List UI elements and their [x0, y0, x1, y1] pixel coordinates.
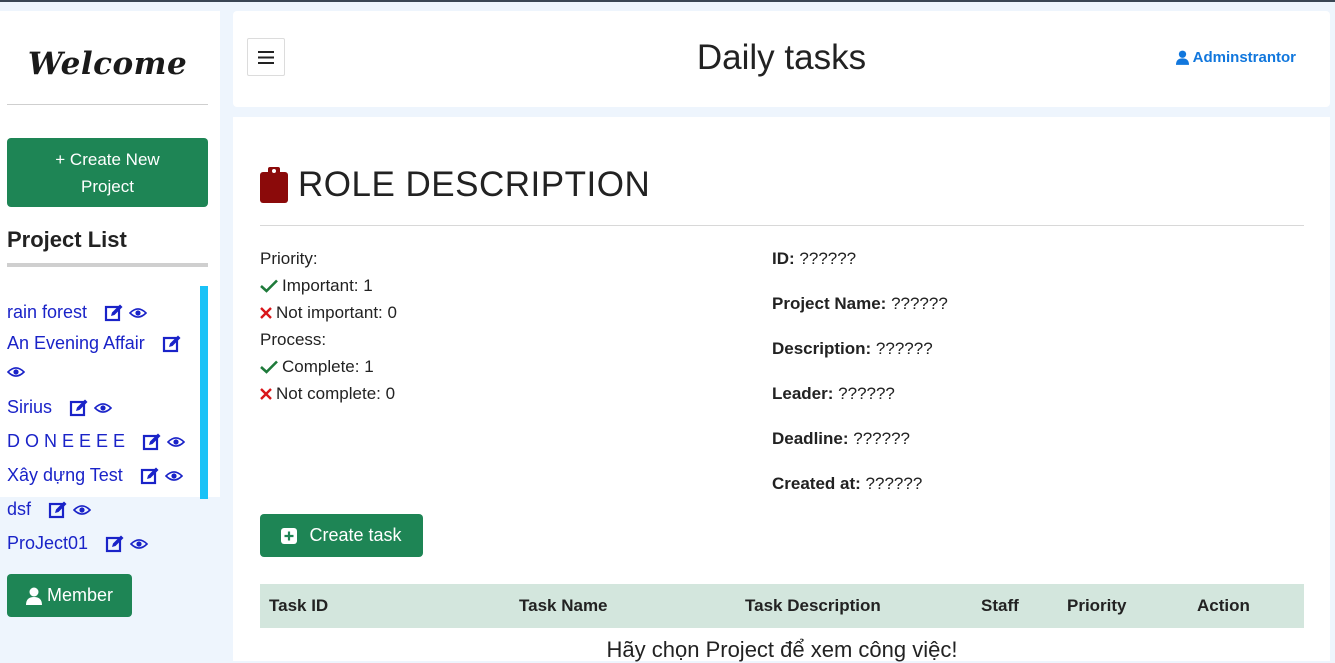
project-details: ID: ?????? Project Name: ?????? Descript… [772, 245, 948, 515]
user-name: Adminstrantor [1192, 49, 1296, 66]
col-task-description: Task Description [736, 584, 972, 628]
check-icon [260, 279, 278, 293]
detail-created-at: Created at: ?????? [772, 474, 923, 493]
project-link[interactable]: Xây dựng Test [7, 465, 123, 485]
project-list-divider [7, 263, 208, 267]
col-priority: Priority [1058, 584, 1188, 628]
role-divider [260, 225, 1304, 226]
important-count: Important: 1 [260, 272, 397, 299]
member-button[interactable]: Member [7, 574, 132, 617]
project-link[interactable]: Sirius [7, 397, 52, 417]
edit-icon[interactable] [105, 534, 125, 554]
project-link[interactable]: ProJect01 [7, 533, 88, 553]
col-task-name: Task Name [510, 584, 736, 628]
eye-icon[interactable] [130, 537, 149, 551]
complete-count: Complete: 1 [260, 353, 397, 380]
create-project-label-line1: + Create New [55, 150, 160, 169]
clipboard-icon [260, 167, 288, 203]
detail-description: Description: ?????? [772, 339, 933, 358]
user-menu-link[interactable]: Adminstrantor [1175, 49, 1296, 66]
create-new-project-button[interactable]: + Create New Project [7, 138, 208, 207]
list-item: dsf [7, 492, 197, 526]
task-table: Task ID Task Name Task Description Staff… [260, 584, 1304, 628]
col-task-id: Task ID [260, 584, 510, 628]
not-important-count: Not important: 0 [260, 299, 397, 326]
list-item: Xây dựng Test [7, 458, 197, 492]
role-title: ROLE DESCRIPTION [298, 165, 651, 204]
project-link[interactable]: An Evening Affair [7, 333, 145, 353]
eye-icon[interactable] [94, 401, 113, 415]
main-content: ROLE DESCRIPTION Priority: Important: 1 … [233, 117, 1330, 662]
welcome-divider [7, 104, 208, 105]
page-title: Daily tasks [696, 38, 867, 77]
create-task-label: Create task [309, 525, 402, 545]
project-link[interactable]: dsf [7, 499, 31, 519]
eye-icon[interactable] [129, 306, 148, 320]
not-complete-count: Not complete: 0 [260, 380, 397, 407]
col-staff: Staff [972, 584, 1058, 628]
cross-icon [260, 306, 272, 319]
project-link[interactable]: D O N E E E E [7, 431, 125, 451]
cross-icon [260, 387, 272, 400]
process-label: Process: [260, 330, 327, 349]
eye-icon[interactable] [164, 469, 183, 483]
edit-icon[interactable] [48, 500, 68, 520]
top-header: Daily tasks Adminstrantor [233, 11, 1330, 107]
list-item: Sirius [7, 390, 197, 424]
welcome-heading: Welcome [27, 46, 188, 82]
list-item: ProJect01 [7, 526, 197, 560]
project-list: rain forest An Evening Affair Sirius D O… [7, 295, 197, 560]
project-link[interactable]: rain forest [7, 302, 87, 322]
create-task-button[interactable]: Create task [260, 514, 423, 557]
edit-icon[interactable] [69, 398, 89, 418]
plus-square-icon [281, 527, 298, 544]
list-item: D O N E E E E [7, 424, 197, 458]
table-header-row: Task ID Task Name Task Description Staff… [260, 584, 1304, 628]
detail-deadline: Deadline: ?????? [772, 429, 910, 448]
eye-icon[interactable] [167, 435, 186, 449]
eye-icon[interactable] [73, 503, 92, 517]
project-list-title: Project List [7, 227, 127, 252]
member-label: Member [46, 585, 113, 605]
detail-project-name: Project Name: ?????? [772, 294, 948, 313]
edit-icon[interactable] [162, 334, 182, 354]
list-item: rain forest [7, 295, 197, 329]
edit-icon[interactable] [142, 432, 162, 452]
empty-table-message: Hãy chọn Project để xem công việc! [606, 637, 958, 662]
user-icon [1175, 50, 1189, 65]
list-item: An Evening Affair [7, 329, 197, 390]
project-list-scrollbar[interactable] [200, 286, 208, 499]
create-project-label-line2: Project [81, 177, 134, 196]
detail-id: ID: ?????? [772, 249, 857, 268]
role-heading: ROLE DESCRIPTION [260, 165, 650, 205]
user-icon [25, 587, 42, 605]
edit-icon[interactable] [104, 303, 124, 323]
task-stats: Priority: Important: 1 Not important: 0 … [260, 245, 397, 407]
check-icon [260, 360, 278, 374]
edit-icon[interactable] [140, 466, 160, 486]
detail-leader: Leader: ?????? [772, 384, 895, 403]
priority-label: Priority: [260, 249, 318, 268]
col-action: Action [1188, 584, 1304, 628]
eye-icon[interactable] [7, 365, 25, 379]
